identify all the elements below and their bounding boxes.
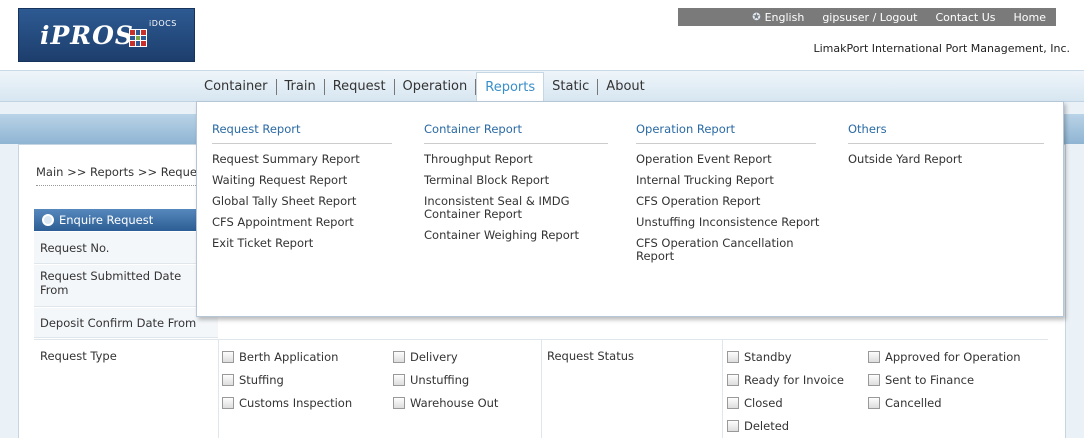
language-link[interactable]: ✪ English [752, 11, 804, 24]
checkbox-label: Berth Application [239, 350, 339, 364]
menu-item[interactable]: Operation Event Report [636, 153, 816, 166]
menu-item[interactable]: Global Tally Sheet Report [212, 195, 392, 208]
divider [722, 339, 723, 438]
top-links: ✪ English gipsuser / Logout Contact Us H… [678, 8, 1056, 26]
menu-column-others: Others Outside Yard Report [848, 122, 1044, 174]
menu-column-operation-report: Operation Report Operation Event Report … [636, 122, 819, 271]
nav-reports[interactable]: Reports [476, 71, 545, 103]
checkbox-label: Standby [744, 350, 792, 364]
checkbox-box[interactable] [222, 374, 234, 386]
menu-item[interactable]: Container Weighing Report [424, 229, 608, 242]
checkbox-box[interactable] [393, 397, 405, 409]
checkbox-box[interactable] [727, 397, 739, 409]
checkbox-box[interactable] [393, 374, 405, 386]
menu-item[interactable]: Exit Ticket Report [212, 237, 392, 250]
checkbox-box[interactable] [868, 374, 880, 386]
main-nav: Container Train Request Operation Report… [196, 71, 653, 103]
request-type-label: Request Type [40, 349, 117, 363]
menu-heading: Request Report [212, 122, 392, 144]
menu-item[interactable]: Terminal Block Report [424, 174, 608, 187]
menu-column-container-report: Container Report Throughput Report Termi… [424, 122, 608, 250]
reports-dropdown-menu: Request Report Request Summary Report Wa… [196, 101, 1064, 317]
logo-grid-icon [129, 29, 147, 47]
checkbox-label: Stuffing [239, 373, 284, 387]
checkbox-sent-to-finance[interactable]: Sent to Finance [868, 373, 974, 387]
menu-item[interactable]: Internal Trucking Report [636, 174, 816, 187]
submitted-date-label: Request Submitted Date From [34, 265, 218, 307]
checkbox-box[interactable] [727, 351, 739, 363]
checkbox-box[interactable] [222, 397, 234, 409]
checkbox-label: Customs Inspection [239, 396, 353, 410]
user-logout-link[interactable]: gipsuser / Logout [822, 11, 917, 24]
checkbox-box[interactable] [868, 397, 880, 409]
enquire-request-header[interactable]: Enquire Request [34, 209, 218, 231]
header: iPROS iDOCS ✪ English gipsuser / Logout … [0, 0, 1084, 70]
globe-icon: ✪ [752, 11, 761, 23]
checkbox-label: Deleted [744, 419, 790, 433]
divider [541, 339, 542, 438]
app-logo[interactable]: iPROS iDOCS [18, 8, 195, 62]
nav-request[interactable]: Request [325, 79, 395, 95]
menu-item[interactable]: Inconsistent Seal & IMDG Container Repor… [424, 195, 599, 221]
logo-sup: iDOCS [149, 19, 177, 28]
checkbox-label: Closed [744, 396, 783, 410]
home-link[interactable]: Home [1014, 11, 1046, 24]
menu-item[interactable]: CFS Operation Cancellation Report [636, 237, 816, 263]
checkbox-ready-for-invoice[interactable]: Ready for Invoice [727, 373, 844, 387]
nav-container[interactable]: Container [196, 79, 277, 95]
menu-item[interactable]: Outside Yard Report [848, 153, 1044, 166]
checkbox-warehouse-out[interactable]: Warehouse Out [393, 396, 498, 410]
checkbox-label: Cancelled [885, 396, 942, 410]
checkbox-customs-inspection[interactable]: Customs Inspection [222, 396, 352, 410]
checkbox-label: Ready for Invoice [744, 373, 844, 387]
checkbox-closed[interactable]: Closed [727, 396, 783, 410]
menu-item[interactable]: CFS Appointment Report [212, 216, 392, 229]
menu-item[interactable]: Request Summary Report [212, 153, 392, 166]
checkbox-box[interactable] [727, 420, 739, 432]
checkbox-box[interactable] [222, 351, 234, 363]
checkbox-box[interactable] [393, 351, 405, 363]
checkbox-deleted[interactable]: Deleted [727, 419, 789, 433]
nav-about[interactable]: About [598, 79, 652, 95]
request-status-label: Request Status [547, 349, 635, 363]
nav-static[interactable]: Static [544, 79, 599, 95]
menu-item[interactable]: CFS Operation Report [636, 195, 816, 208]
breadcrumb: Main >> Reports >> Request [36, 165, 206, 186]
panel-title: Enquire Request [59, 213, 154, 227]
logo-name: iPROS [40, 21, 134, 50]
menu-item[interactable]: Waiting Request Report [212, 174, 392, 187]
checkbox-label: Unstuffing [410, 373, 470, 387]
divider [218, 339, 219, 438]
contact-us-link[interactable]: Contact Us [935, 11, 995, 24]
checkbox-standby[interactable]: Standby [727, 350, 792, 364]
menu-item[interactable]: Unstuffing Inconsistence Report [636, 216, 819, 229]
deposit-date-label: Deposit Confirm Date From [34, 308, 218, 338]
menu-column-request-report: Request Report Request Summary Report Wa… [212, 122, 392, 258]
menu-heading: Operation Report [636, 122, 816, 144]
nav-operation[interactable]: Operation [395, 79, 477, 95]
menu-item[interactable]: Throughput Report [424, 153, 608, 166]
checkbox-label: Sent to Finance [885, 373, 975, 387]
nav-train[interactable]: Train [277, 79, 325, 95]
checkbox-label: Warehouse Out [410, 396, 499, 410]
checkbox-cancelled[interactable]: Cancelled [868, 396, 942, 410]
checkbox-box[interactable] [868, 351, 880, 363]
checkbox-delivery[interactable]: Delivery [393, 350, 458, 364]
search-icon [42, 214, 54, 226]
menu-heading: Others [848, 122, 1044, 144]
company-name: LimakPort International Port Management,… [813, 42, 1070, 55]
checkbox-approved-for-operation[interactable]: Approved for Operation [868, 350, 1021, 364]
request-no-label: Request No. [34, 232, 218, 264]
checkbox-berth-application[interactable]: Berth Application [222, 350, 338, 364]
checkbox-stuffing[interactable]: Stuffing [222, 373, 284, 387]
checkbox-label: Approved for Operation [885, 350, 1021, 364]
menu-heading: Container Report [424, 122, 608, 144]
checkbox-box[interactable] [727, 374, 739, 386]
checkbox-label: Delivery [410, 350, 458, 364]
checkbox-unstuffing[interactable]: Unstuffing [393, 373, 469, 387]
language-label: English [764, 10, 805, 24]
